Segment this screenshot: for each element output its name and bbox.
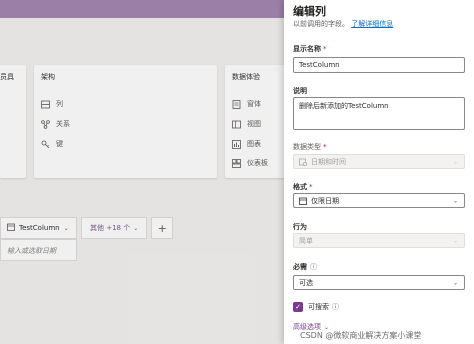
required-marker: * xyxy=(309,183,313,191)
searchable-checkbox[interactable]: ✓ xyxy=(293,302,303,312)
display-name-label-text: 显示名称 xyxy=(293,45,321,53)
app-header-bar xyxy=(0,0,290,18)
searchable-label: 可搜索 ⓘ xyxy=(308,302,339,312)
format-label-text: 格式 xyxy=(293,183,307,191)
data-type-select: 日期和时间 ⌄ xyxy=(293,154,465,169)
required-label-text: 必需 xyxy=(293,263,307,271)
modal-overlay xyxy=(0,18,284,344)
behavior-label-text: 行为 xyxy=(293,223,307,231)
format-label: 格式 * xyxy=(293,182,313,192)
required-marker: * xyxy=(323,45,327,53)
description-label: 说明 xyxy=(293,86,307,96)
display-name-input[interactable]: TestColumn xyxy=(293,57,465,73)
behavior-value: 简单 xyxy=(299,236,313,245)
chevron-down-icon: ⌄ xyxy=(452,237,458,244)
required-value: 可选 xyxy=(299,278,313,287)
chevron-down-icon: ⌄ xyxy=(452,158,458,165)
panel-subtitle-text: 以前调用的字段。 xyxy=(293,20,349,28)
display-name-value: TestColumn xyxy=(299,61,340,69)
info-icon[interactable]: ⓘ xyxy=(310,263,317,271)
checkmark-icon: ✓ xyxy=(295,303,301,311)
format-value: 仅限日期 xyxy=(311,196,339,205)
required-marker: * xyxy=(323,143,327,151)
calendar-clock-icon xyxy=(299,158,307,166)
calendar-icon xyxy=(299,197,307,205)
chevron-down-icon: ⌄ xyxy=(452,279,458,286)
description-label-text: 说明 xyxy=(293,87,307,95)
data-type-label: 数据类型 * xyxy=(293,142,327,152)
behavior-select: 简单 ⌄ xyxy=(293,233,465,248)
format-select[interactable]: 仅限日期 ⌄ xyxy=(293,193,465,208)
searchable-label-text: 可搜索 xyxy=(308,303,329,311)
watermark: CSDN @微软商业解决方案小课堂 xyxy=(300,331,422,340)
chevron-down-icon: ⌄ xyxy=(452,197,458,204)
data-type-value: 日期和时间 xyxy=(311,157,346,166)
display-name-label: 显示名称 * xyxy=(293,44,327,54)
info-icon[interactable]: ⓘ xyxy=(332,302,339,312)
required-label: 必需 ⓘ xyxy=(293,262,317,272)
behavior-label: 行为 xyxy=(293,222,307,232)
description-textarea[interactable]: 删除后新添加的TestColumn xyxy=(293,97,465,130)
panel-subtitle: 以前调用的字段。 了解详细信息 xyxy=(293,19,393,29)
edit-column-panel: 编辑列 以前调用的字段。 了解详细信息 显示名称 * TestColumn 说明 … xyxy=(284,0,474,344)
panel-title: 编辑列 xyxy=(293,5,326,18)
learn-more-link[interactable]: 了解详细信息 xyxy=(351,20,393,28)
required-select[interactable]: 可选 ⌄ xyxy=(293,275,465,290)
data-type-label-text: 数据类型 xyxy=(293,143,321,151)
description-value: 删除后新添加的TestColumn xyxy=(299,102,389,110)
